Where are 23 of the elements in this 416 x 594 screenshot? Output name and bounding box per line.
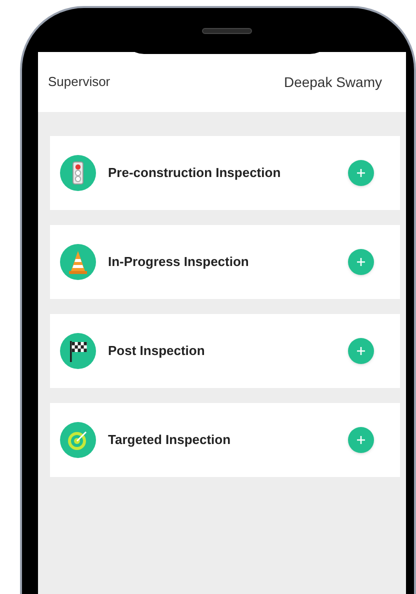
traffic-cone-icon: [60, 244, 96, 280]
traffic-light-icon: [60, 155, 96, 191]
inspection-card[interactable]: Pre-construction Inspection: [50, 136, 400, 210]
inspection-title: Post Inspection: [108, 342, 206, 360]
add-button[interactable]: [348, 160, 374, 186]
plus-icon: [357, 169, 365, 177]
role-label: Supervisor: [48, 73, 110, 92]
checkered-flag-icon: [60, 333, 96, 369]
speaker-icon: [202, 28, 252, 34]
add-button[interactable]: [348, 249, 374, 275]
plus-icon: [357, 347, 365, 355]
user-name: Deepak Swamy: [284, 72, 382, 92]
inspection-card[interactable]: In-Progress Inspection: [50, 225, 400, 299]
inspection-title: Pre-construction Inspection: [108, 164, 282, 182]
target-icon: [60, 422, 96, 458]
inspection-card[interactable]: Post Inspection: [50, 314, 400, 388]
plus-icon: [357, 258, 365, 266]
add-button[interactable]: [348, 338, 374, 364]
inspection-title: Targeted Inspection: [108, 431, 232, 450]
inspection-title: In-Progress Inspection: [108, 253, 250, 272]
plus-icon: [357, 436, 365, 444]
inspection-card[interactable]: Targeted Inspection: [50, 403, 400, 477]
add-button[interactable]: [348, 427, 374, 453]
